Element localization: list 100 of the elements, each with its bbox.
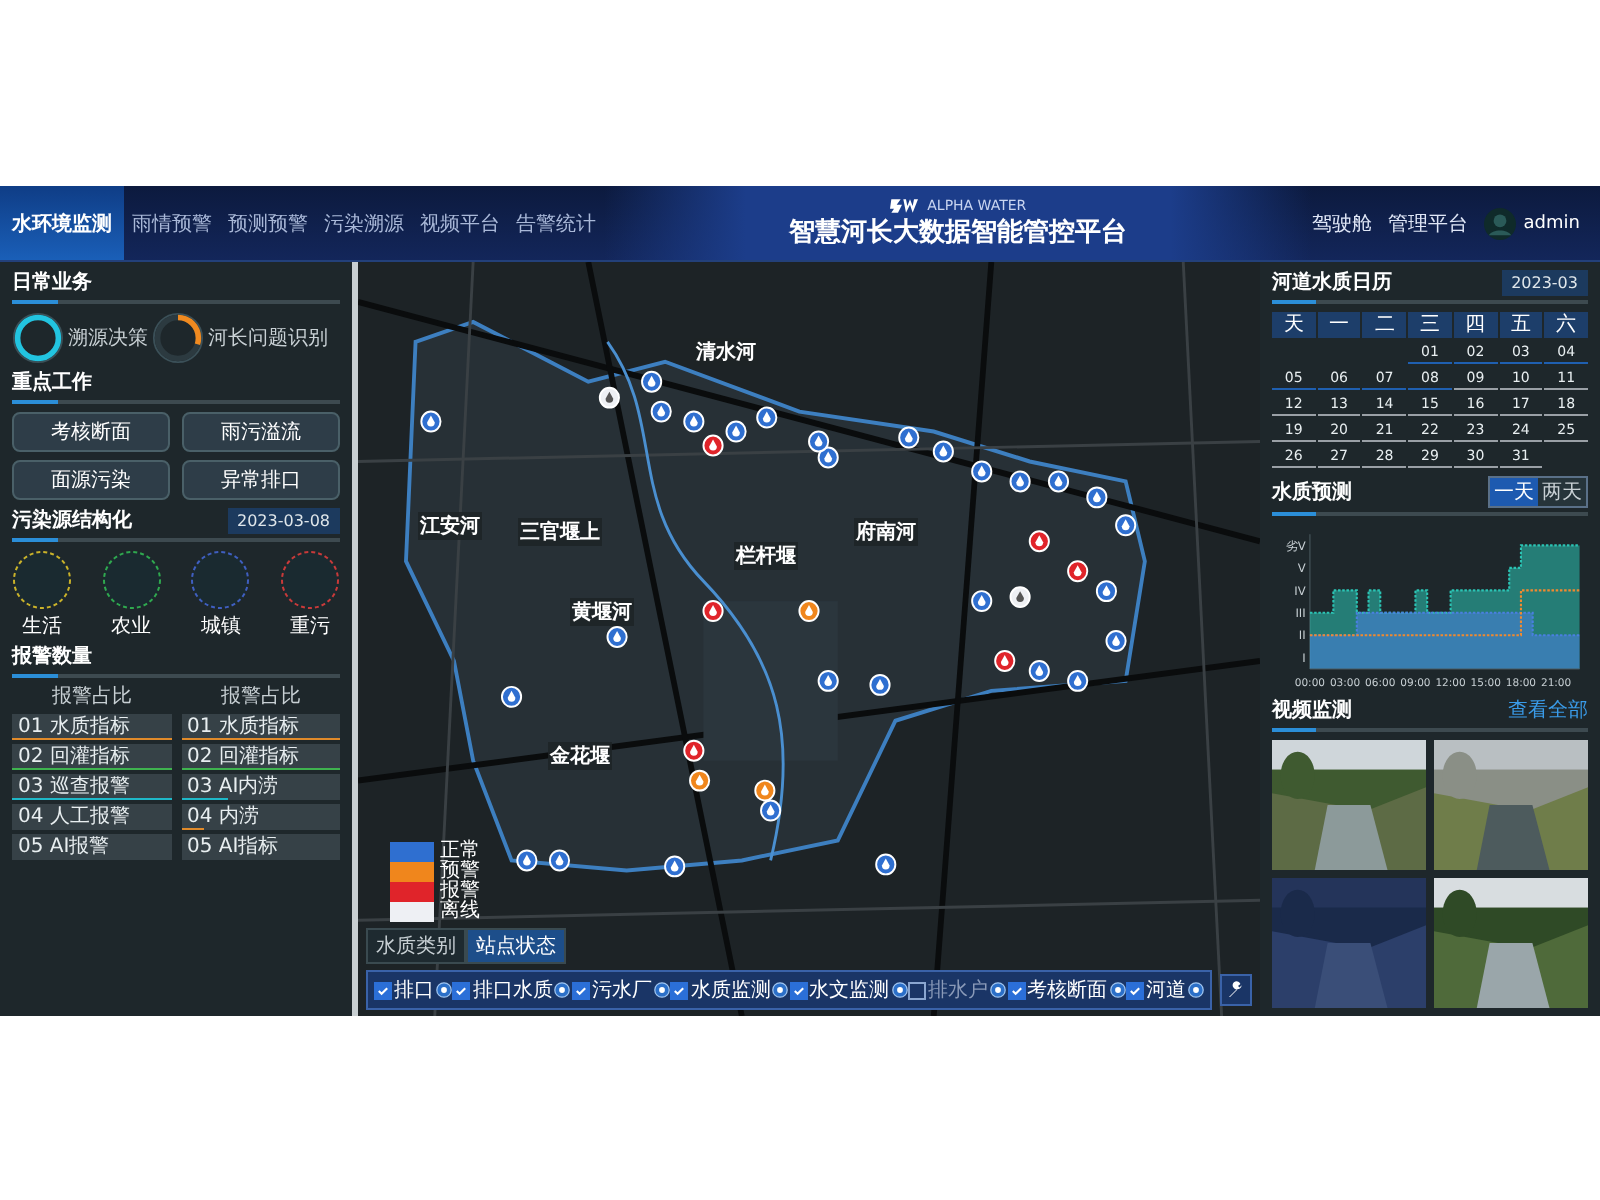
layer-icon xyxy=(772,982,789,998)
source-label: 生活 xyxy=(22,613,62,640)
view-toggle[interactable]: 水质类别 xyxy=(366,928,466,964)
map-marker-icon[interactable] xyxy=(702,434,724,457)
layer-icon xyxy=(891,982,908,998)
map-marker-icon[interactable] xyxy=(650,400,672,423)
header-link[interactable]: 管理平台 xyxy=(1387,209,1468,237)
map-marker-icon[interactable] xyxy=(898,426,920,449)
map-marker-icon[interactable] xyxy=(516,849,538,872)
header-link[interactable]: 驾驶舱 xyxy=(1311,209,1372,237)
map-marker-icon[interactable] xyxy=(420,410,442,433)
map-marker-icon[interactable] xyxy=(683,739,705,762)
layer-label[interactable]: 排水户 xyxy=(928,976,989,1004)
weekday-header: 四 xyxy=(1453,312,1498,338)
map-marker-icon[interactable] xyxy=(798,600,820,623)
map-marker-icon[interactable] xyxy=(689,769,711,792)
work-card[interactable]: 雨污溢流 xyxy=(182,412,340,452)
checkbox[interactable] xyxy=(789,981,808,999)
month-field[interactable]: 2023-03 xyxy=(1501,270,1588,296)
view-all-link[interactable]: 查看全部 xyxy=(1508,696,1588,724)
river-label: 府南河 xyxy=(854,518,918,546)
layer-icon xyxy=(990,982,1007,998)
range-tab[interactable]: 两天 xyxy=(1538,478,1586,506)
layer-icon xyxy=(1109,982,1126,998)
map-marker-icon[interactable] xyxy=(875,853,897,876)
checkbox[interactable] xyxy=(452,981,471,999)
layer-label[interactable]: 排口 xyxy=(394,976,434,1004)
map-marker-icon[interactable] xyxy=(1028,530,1050,553)
weekday-header: 天 xyxy=(1272,312,1316,338)
map-marker-icon[interactable] xyxy=(1009,470,1031,493)
map-marker-icon[interactable] xyxy=(500,685,523,708)
checkbox[interactable] xyxy=(670,981,689,999)
checkbox[interactable] xyxy=(1007,981,1026,999)
section-title: 日常业务 xyxy=(12,270,94,296)
map-marker-icon[interactable] xyxy=(1067,560,1089,583)
map-marker-icon[interactable] xyxy=(548,849,571,872)
alarm-row: 02 回灌指标 xyxy=(12,744,171,770)
layer-label[interactable]: 水质监测 xyxy=(690,976,771,1004)
map-marker-icon[interactable] xyxy=(702,600,724,623)
map-marker-icon[interactable] xyxy=(808,430,830,453)
map-marker-icon[interactable] xyxy=(606,626,628,648)
map-marker-icon[interactable] xyxy=(683,410,705,433)
ring-gauge xyxy=(12,312,64,364)
map-marker-icon[interactable] xyxy=(994,650,1016,672)
map-marker-icon[interactable] xyxy=(1028,659,1050,682)
alarm-row: 05 AI报警 xyxy=(12,834,171,860)
layer-label[interactable]: 排口水质 xyxy=(472,976,553,1004)
map-marker-icon[interactable] xyxy=(1067,669,1089,692)
tool-button[interactable] xyxy=(1220,974,1252,1006)
nav-tab[interactable]: 污染溯源 xyxy=(316,186,412,260)
map-marker-icon[interactable] xyxy=(760,799,782,822)
map-marker-icon[interactable] xyxy=(971,590,993,613)
nav-tab[interactable]: 视频平台 xyxy=(412,186,508,260)
logo-icon xyxy=(889,197,922,213)
weekday-header: 六 xyxy=(1544,312,1588,338)
work-card[interactable]: 面源污染 xyxy=(12,460,170,500)
work-card[interactable]: 考核断面 xyxy=(12,412,170,452)
map-marker-icon[interactable] xyxy=(756,406,778,429)
user-name[interactable]: admin xyxy=(1523,213,1580,233)
river-label: 黄堰河 xyxy=(570,598,634,626)
map-marker-icon[interactable] xyxy=(641,370,663,393)
map-marker-icon[interactable] xyxy=(1115,514,1137,537)
source-label: 城镇 xyxy=(200,613,241,640)
checkbox[interactable] xyxy=(908,981,927,999)
nav-tab[interactable]: 告警统计 xyxy=(508,186,604,260)
river-label: 清水河 xyxy=(694,338,758,366)
legend-label: 报警 xyxy=(440,882,480,902)
layer-label[interactable]: 考核断面 xyxy=(1027,976,1108,1004)
map-marker-icon[interactable] xyxy=(664,855,686,878)
date-field[interactable]: 2023-03-08 xyxy=(227,508,340,534)
map-marker-icon[interactable] xyxy=(1047,470,1070,493)
range-tab[interactable]: 一天 xyxy=(1490,478,1538,506)
nav-tab[interactable]: 预测预警 xyxy=(220,186,316,260)
work-card[interactable]: 异常排口 xyxy=(182,460,340,500)
map-marker-icon[interactable] xyxy=(598,386,620,409)
alarm-row: 04 人工报警 xyxy=(12,804,171,830)
view-toggle[interactable]: 站点状态 xyxy=(466,928,566,964)
map-marker-icon[interactable] xyxy=(1105,630,1127,652)
layer-label[interactable]: 水文监测 xyxy=(809,976,890,1004)
map-marker-icon[interactable] xyxy=(971,460,993,483)
checkbox[interactable] xyxy=(1125,981,1144,999)
nav-tab[interactable]: 雨情预警 xyxy=(124,186,220,260)
alarm-row: 05 AI指标 xyxy=(181,834,340,860)
map-marker-icon[interactable] xyxy=(869,673,891,696)
legend-label: 离线 xyxy=(440,902,480,922)
map-marker-icon[interactable] xyxy=(1009,586,1031,609)
nav-tab[interactable]: 水环境监测 xyxy=(0,186,124,260)
gauge-label: 溯源决策 xyxy=(68,325,148,352)
layer-label[interactable]: 污水厂 xyxy=(591,976,652,1004)
map-marker-icon[interactable] xyxy=(725,420,747,443)
checkbox[interactable] xyxy=(374,981,392,999)
map-marker-icon[interactable] xyxy=(932,440,954,463)
checkbox[interactable] xyxy=(571,981,590,999)
map-marker-icon[interactable] xyxy=(1095,580,1118,603)
weekday-header: 五 xyxy=(1499,312,1543,338)
map-marker-icon[interactable] xyxy=(817,669,839,692)
map-marker-icon[interactable] xyxy=(754,779,776,802)
alarm-row: 03 巡查报警 xyxy=(12,774,171,800)
layer-label[interactable]: 河道 xyxy=(1145,976,1186,1004)
map-marker-icon[interactable] xyxy=(1086,486,1108,509)
